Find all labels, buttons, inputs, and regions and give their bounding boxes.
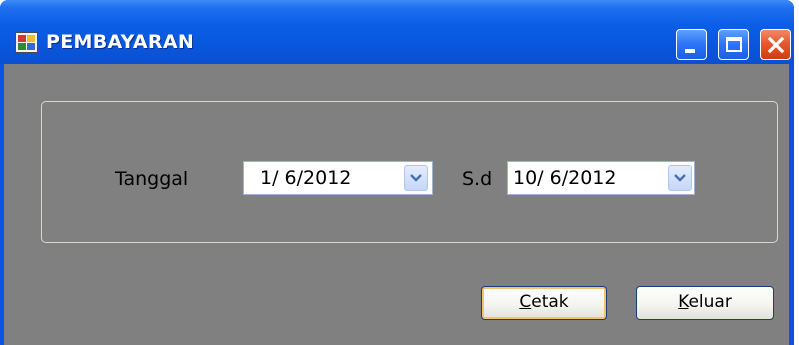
cetak-accel: C	[519, 292, 532, 312]
sd-label: S.d	[462, 168, 493, 190]
close-icon	[767, 36, 785, 54]
to-date-value: 10/ 6/2012	[513, 167, 617, 189]
keluar-accel: K	[678, 292, 689, 312]
minimize-icon	[685, 49, 695, 53]
chevron-down-icon	[410, 174, 422, 182]
from-date-dropdown-button[interactable]	[404, 165, 428, 191]
keluar-label: eluar	[688, 292, 732, 312]
tanggal-label: Tanggal	[115, 168, 189, 190]
title-bar[interactable]: PEMBAYARAN	[0, 0, 794, 64]
cetak-button[interactable]: Cetak	[481, 286, 607, 320]
minimize-button[interactable]	[676, 29, 707, 60]
from-date-value: 1/ 6/2012	[260, 167, 352, 189]
cetak-label: etak	[531, 292, 569, 312]
window: PEMBAYARAN Tanggal 1/ 6/2012 S.d 10/ 6/2…	[0, 0, 794, 345]
maximize-icon	[726, 37, 742, 52]
maximize-button[interactable]	[718, 29, 749, 60]
to-date-picker[interactable]: 10/ 6/2012	[507, 161, 695, 195]
form-client-area: Tanggal 1/ 6/2012 S.d 10/ 6/2012 Cetak K…	[4, 64, 789, 345]
window-title: PEMBAYARAN	[46, 31, 195, 53]
keluar-button[interactable]: Keluar	[636, 286, 774, 320]
from-date-picker[interactable]: 1/ 6/2012	[243, 161, 433, 195]
close-button[interactable]	[760, 29, 791, 60]
to-date-dropdown-button[interactable]	[668, 165, 692, 191]
app-form-icon[interactable]	[15, 32, 38, 53]
chevron-down-icon	[674, 174, 686, 182]
